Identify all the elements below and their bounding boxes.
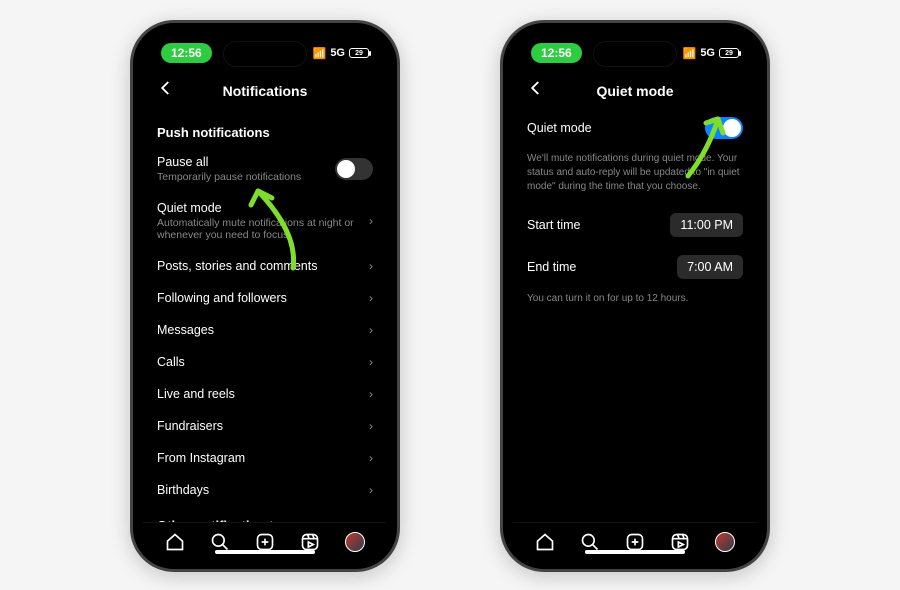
quiet-mode-sub: Automatically mute notifications at nigh… xyxy=(157,217,361,241)
row-fundraisers[interactable]: Fundraisers › xyxy=(157,410,373,442)
profile-avatar[interactable] xyxy=(344,531,366,553)
row-calls[interactable]: Calls › xyxy=(157,346,373,378)
home-indicator[interactable] xyxy=(585,550,685,554)
quiet-mode-toggle[interactable] xyxy=(705,117,743,139)
row-label: Messages xyxy=(157,323,361,337)
battery-icon: 29 xyxy=(719,48,739,58)
chevron-right-icon: › xyxy=(369,483,373,497)
phone-right: 12:56 📶 5G 29 Quiet mode Quiet mode We'l… xyxy=(500,20,770,572)
dynamic-island xyxy=(593,41,677,67)
signal-icon: 📶 xyxy=(313,47,327,60)
home-icon[interactable] xyxy=(164,531,186,553)
pause-all-sub: Temporarily pause notifications xyxy=(157,171,327,183)
row-quiet-mode-toggle[interactable]: Quiet mode xyxy=(527,113,743,148)
row-end-time[interactable]: End time 7:00 AM xyxy=(527,246,743,288)
chevron-right-icon: › xyxy=(369,323,373,337)
status-right: 📶 5G 29 xyxy=(683,47,739,60)
start-time-label: Start time xyxy=(527,218,662,232)
dynamic-island xyxy=(223,41,307,67)
quiet-mode-desc: We'll mute notifications during quiet mo… xyxy=(527,148,743,204)
row-label: From Instagram xyxy=(157,451,361,465)
home-icon[interactable] xyxy=(534,531,556,553)
row-posts[interactable]: Posts, stories and comments › xyxy=(157,250,373,282)
status-right: 📶 5G 29 xyxy=(313,47,369,60)
row-quiet-mode[interactable]: Quiet mode Automatically mute notificati… xyxy=(157,192,373,250)
pause-all-label: Pause all xyxy=(157,155,327,169)
end-time-label: End time xyxy=(527,260,669,274)
row-label: Posts, stories and comments xyxy=(157,259,361,273)
battery-icon: 29 xyxy=(349,48,369,58)
quiet-mode-footer: You can turn it on for up to 12 hours. xyxy=(527,288,743,316)
pause-all-toggle[interactable] xyxy=(335,158,373,180)
chevron-right-icon: › xyxy=(369,291,373,305)
phone-left: 12:56 📶 5G 29 Notifications Push notific… xyxy=(130,20,400,572)
avatar xyxy=(715,532,735,552)
avatar xyxy=(345,532,365,552)
status-time: 12:56 xyxy=(531,43,582,63)
row-pause-all[interactable]: Pause all Temporarily pause notification… xyxy=(157,146,373,192)
chevron-right-icon: › xyxy=(369,214,373,228)
row-label: Live and reels xyxy=(157,387,361,401)
content: Push notifications Pause all Temporarily… xyxy=(143,113,387,522)
row-from-instagram[interactable]: From Instagram › xyxy=(157,442,373,474)
row-label: Following and followers xyxy=(157,291,361,305)
row-label: Calls xyxy=(157,355,361,369)
header: Notifications xyxy=(143,73,387,113)
end-time-value[interactable]: 7:00 AM xyxy=(677,255,743,279)
section-push: Push notifications xyxy=(157,113,373,146)
quiet-mode-toggle-label: Quiet mode xyxy=(527,121,697,135)
chevron-right-icon: › xyxy=(369,451,373,465)
page-title: Notifications xyxy=(143,83,387,99)
profile-avatar[interactable] xyxy=(714,531,736,553)
content: Quiet mode We'll mute notifications duri… xyxy=(513,113,757,522)
network-label: 5G xyxy=(330,47,345,59)
chevron-right-icon: › xyxy=(369,419,373,433)
chevron-right-icon: › xyxy=(369,387,373,401)
network-label: 5G xyxy=(700,47,715,59)
row-live[interactable]: Live and reels › xyxy=(157,378,373,410)
row-following[interactable]: Following and followers › xyxy=(157,282,373,314)
header: Quiet mode xyxy=(513,73,757,113)
signal-icon: 📶 xyxy=(683,47,697,60)
page-title: Quiet mode xyxy=(513,83,757,99)
row-start-time[interactable]: Start time 11:00 PM xyxy=(527,204,743,246)
home-indicator[interactable] xyxy=(215,550,315,554)
chevron-right-icon: › xyxy=(369,355,373,369)
row-birthdays[interactable]: Birthdays › xyxy=(157,474,373,506)
row-label: Birthdays xyxy=(157,483,361,497)
chevron-right-icon: › xyxy=(369,259,373,273)
row-messages[interactable]: Messages › xyxy=(157,314,373,346)
row-label: Fundraisers xyxy=(157,419,361,433)
section-other: Other notification types xyxy=(157,506,373,522)
quiet-mode-label: Quiet mode xyxy=(157,201,361,215)
start-time-value[interactable]: 11:00 PM xyxy=(670,213,743,237)
status-time: 12:56 xyxy=(161,43,212,63)
